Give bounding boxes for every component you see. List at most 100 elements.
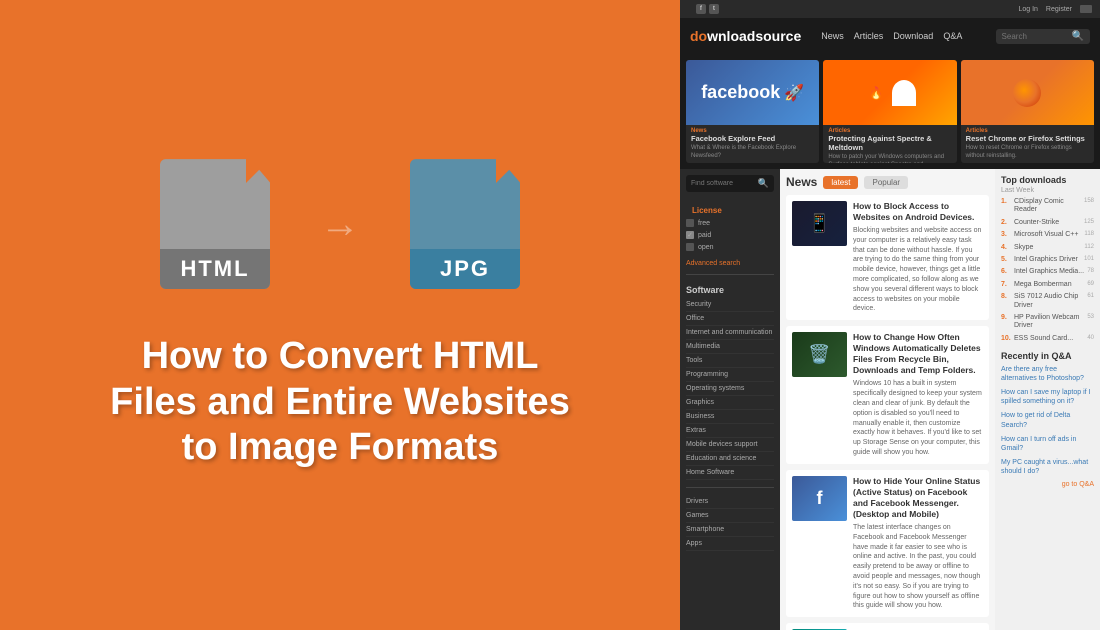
qa-item-1[interactable]: How can I save my laptop if I spilled so… bbox=[1001, 388, 1094, 406]
qa-link[interactable]: go to Q&A bbox=[1001, 481, 1094, 488]
sidebar-item-smartphone[interactable]: Smartphone bbox=[686, 523, 774, 537]
featured-section: facebook 🚀 News Facebook Explore Feed Wh… bbox=[680, 54, 1100, 169]
search-input[interactable] bbox=[1002, 32, 1072, 41]
download-count-4: 112 bbox=[1084, 244, 1094, 250]
facebook-social-icon[interactable]: f bbox=[696, 4, 706, 14]
download-item-6[interactable]: 6. Intel Graphics Media... 78 bbox=[1001, 268, 1094, 276]
news-item-1[interactable]: 🗑️ How to Change How Often Windows Autom… bbox=[786, 326, 989, 464]
news-tab-popular[interactable]: Popular bbox=[864, 176, 908, 189]
ghost-icon bbox=[892, 80, 916, 106]
sidebar-search-icon[interactable]: 🔍 bbox=[758, 178, 769, 189]
sidebar-item-drivers[interactable]: Drivers bbox=[686, 495, 774, 509]
featured-card-firefox[interactable]: Articles Reset Chrome or Firefox Setting… bbox=[961, 60, 1094, 163]
sidebar-item-apps[interactable]: Apps bbox=[686, 537, 774, 551]
featured-img-spectre: 🔥 bbox=[823, 60, 956, 125]
license-paid[interactable]: ✓ paid bbox=[686, 229, 774, 241]
download-item-9[interactable]: 9. HP Pavilion Webcam Driver 53 bbox=[1001, 314, 1094, 331]
news-item-2[interactable]: f How to Hide Your Online Status (Active… bbox=[786, 470, 989, 617]
social-icons: f t bbox=[696, 4, 719, 14]
sidebar-item-multimedia[interactable]: Multimedia bbox=[686, 340, 774, 354]
main-content: 🔍 License free ✓ paid open Advanced sear… bbox=[680, 169, 1100, 630]
nav-qa[interactable]: Q&A bbox=[943, 31, 962, 41]
download-item-4[interactable]: 4. Skype 112 bbox=[1001, 244, 1094, 252]
download-name-7: Mega Bomberman bbox=[1014, 281, 1084, 289]
license-free[interactable]: free bbox=[686, 217, 774, 229]
sidebar-search-input[interactable] bbox=[691, 180, 758, 187]
qa-item-4[interactable]: My PC caught a virus...what should I do? bbox=[1001, 458, 1094, 476]
last-week-label: Last Week bbox=[1001, 187, 1094, 194]
left-panel: HTML → JPG How to Convert HTML Files and… bbox=[0, 0, 680, 630]
html-label: HTML bbox=[160, 249, 270, 289]
download-num-9: 9. bbox=[1001, 314, 1011, 321]
language-selector[interactable] bbox=[1080, 5, 1092, 13]
sidebar-item-graphics[interactable]: Graphics bbox=[686, 396, 774, 410]
sidebar-item-mobile[interactable]: Mobile devices support bbox=[686, 438, 774, 452]
license-free-checkbox[interactable] bbox=[686, 219, 694, 227]
featured-img-facebook: facebook 🚀 bbox=[686, 60, 819, 125]
download-name-3: Microsoft Visual C++ bbox=[1014, 231, 1081, 239]
twitter-social-icon[interactable]: t bbox=[709, 4, 719, 14]
nav-menu: News Articles Download Q&A bbox=[821, 31, 962, 41]
download-num-1: 1. bbox=[1001, 198, 1011, 205]
login-link[interactable]: Log In bbox=[1018, 6, 1037, 13]
featured-desc-firefox: How to reset Chrome or Firefox settings … bbox=[966, 145, 1089, 161]
download-num-6: 6. bbox=[1001, 268, 1011, 275]
sidebar-item-internet[interactable]: Internet and communication bbox=[686, 326, 774, 340]
download-item-8[interactable]: 8. SiS 7012 Audio Chip Driver 61 bbox=[1001, 293, 1094, 310]
site-logo[interactable]: downloadsource bbox=[690, 28, 801, 44]
register-link[interactable]: Register bbox=[1046, 6, 1072, 13]
advanced-search-link[interactable]: Advanced search bbox=[680, 256, 780, 271]
search-icon[interactable]: 🔍 bbox=[1072, 31, 1084, 42]
nav-articles[interactable]: Articles bbox=[854, 31, 884, 41]
nav-news[interactable]: News bbox=[821, 31, 844, 41]
header-search-box[interactable]: 🔍 bbox=[996, 29, 1090, 44]
download-item-5[interactable]: 5. Intel Graphics Driver 101 bbox=[1001, 256, 1094, 264]
news-header: News latest Popular bbox=[786, 175, 989, 189]
download-count-9: 53 bbox=[1087, 314, 1094, 320]
sidebar-item-security[interactable]: Security bbox=[686, 298, 774, 312]
news-tab-latest[interactable]: latest bbox=[823, 176, 858, 189]
qa-section: Recently in Q&A Are there any free alter… bbox=[1001, 351, 1094, 488]
news-title-1: How to Change How Often Windows Automati… bbox=[853, 332, 983, 376]
qa-item-3[interactable]: How can I turn off ads in Gmail? bbox=[1001, 435, 1094, 453]
download-item-3[interactable]: 3. Microsoft Visual C++ 118 bbox=[1001, 231, 1094, 239]
sidebar-item-extras[interactable]: Extras bbox=[686, 424, 774, 438]
news-item-3[interactable]: 📞 How to Call People Using Google Duo Ev… bbox=[786, 623, 989, 630]
license-paid-checkbox[interactable]: ✓ bbox=[686, 231, 694, 239]
firefox-icon bbox=[1013, 79, 1041, 107]
sidebar-item-programming[interactable]: Programming bbox=[686, 368, 774, 382]
news-desc-2: The latest interface changes on Facebook… bbox=[853, 523, 983, 611]
license-open[interactable]: open bbox=[686, 241, 774, 253]
sidebar-item-education[interactable]: Education and science bbox=[686, 452, 774, 466]
download-item-10[interactable]: 10. ESS Sound Card... 40 bbox=[1001, 335, 1094, 343]
download-num-2: 2. bbox=[1001, 219, 1011, 226]
download-count-10: 40 bbox=[1087, 335, 1094, 341]
sidebar-search-box[interactable]: 🔍 bbox=[686, 175, 774, 192]
license-open-checkbox[interactable] bbox=[686, 243, 694, 251]
sidebar-item-office[interactable]: Office bbox=[686, 312, 774, 326]
featured-card-spectre[interactable]: 🔥 Articles Protecting Against Spectre & … bbox=[823, 60, 956, 163]
page-title: How to Convert HTML Files and Entire Web… bbox=[110, 334, 570, 471]
featured-title-facebook: Facebook Explore Feed bbox=[691, 134, 814, 143]
featured-card-facebook[interactable]: facebook 🚀 News Facebook Explore Feed Wh… bbox=[686, 60, 819, 163]
news-thumb-1: 🗑️ bbox=[792, 332, 847, 377]
site-header: downloadsource News Articles Download Q&… bbox=[680, 18, 1100, 54]
sidebar-item-home[interactable]: Home Software bbox=[686, 466, 774, 480]
news-item-0[interactable]: 📱 How to Block Access to Websites on And… bbox=[786, 195, 989, 320]
qa-item-2[interactable]: How to get rid of Delta Search? bbox=[1001, 411, 1094, 429]
download-count-8: 61 bbox=[1087, 293, 1094, 299]
sidebar-item-games[interactable]: Games bbox=[686, 509, 774, 523]
jpg-label: JPG bbox=[410, 249, 520, 289]
news-title: News bbox=[786, 175, 817, 189]
qa-item-0[interactable]: Are there any free alternatives to Photo… bbox=[1001, 365, 1094, 383]
download-item-1[interactable]: 1. CDisplay Comic Reader 158 bbox=[1001, 198, 1094, 215]
download-name-10: ESS Sound Card... bbox=[1014, 335, 1084, 343]
download-item-2[interactable]: 2. Counter-Strike 125 bbox=[1001, 219, 1094, 227]
sidebar-item-business[interactable]: Business bbox=[686, 410, 774, 424]
download-name-6: Intel Graphics Media... bbox=[1014, 268, 1084, 276]
sidebar-item-tools[interactable]: Tools bbox=[686, 354, 774, 368]
download-item-7[interactable]: 7. Mega Bomberman 69 bbox=[1001, 281, 1094, 289]
sidebar-item-os[interactable]: Operating systems bbox=[686, 382, 774, 396]
nav-download[interactable]: Download bbox=[893, 31, 933, 41]
right-column: Top downloads Last Week 1. CDisplay Comi… bbox=[995, 169, 1100, 630]
